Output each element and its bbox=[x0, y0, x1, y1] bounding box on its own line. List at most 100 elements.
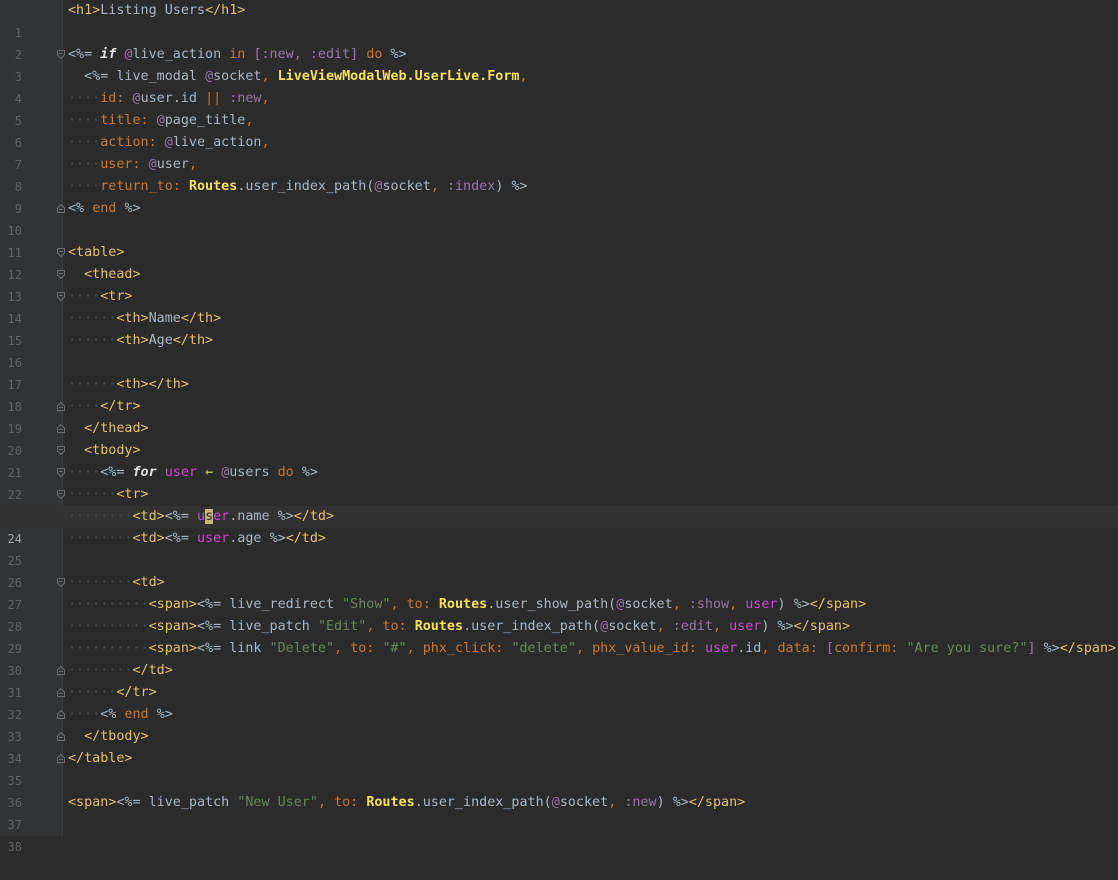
code-line[interactable]: 8 ····user: @user, bbox=[0, 154, 1118, 194]
keyword: do bbox=[366, 47, 383, 62]
code-line[interactable]: 36 bbox=[0, 770, 1118, 810]
code-line[interactable]: 16 ······<th>Age</th> bbox=[0, 330, 1118, 370]
function: link bbox=[229, 641, 262, 656]
keyword: in bbox=[229, 47, 246, 62]
code-line[interactable]: 29 ··········<span><%= live_patch "Edit"… bbox=[0, 616, 1118, 656]
keyword: end bbox=[92, 201, 117, 216]
tag: </tr> bbox=[116, 685, 157, 700]
tag: <span> bbox=[148, 619, 197, 634]
code-line[interactable]: 34 </tbody> bbox=[0, 726, 1118, 766]
comma: , bbox=[575, 641, 584, 656]
comma: , bbox=[261, 135, 270, 150]
code-line[interactable]: 25 ········<td><%= user.age %></td> bbox=[0, 528, 1118, 568]
code-line[interactable]: 35 </table> bbox=[0, 748, 1118, 788]
bracket: [ bbox=[825, 641, 834, 656]
code-line[interactable]: 19 ····</tr> bbox=[0, 396, 1118, 436]
tag: </tbody> bbox=[84, 729, 149, 744]
fold-close-icon[interactable] bbox=[57, 666, 65, 675]
module: Routes bbox=[438, 597, 488, 612]
code-line[interactable]: 13 <thead> bbox=[0, 264, 1118, 304]
tag: <td> bbox=[132, 509, 165, 524]
code-line[interactable]: 31 ········</td> bbox=[0, 660, 1118, 700]
code-line[interactable]: 27 ········<td> bbox=[0, 572, 1118, 612]
erb-open: <% bbox=[68, 201, 85, 216]
symbol: :new bbox=[624, 795, 657, 810]
symbol-list: [:new, :edit] bbox=[253, 47, 359, 62]
fold-close-icon[interactable] bbox=[57, 424, 65, 433]
code-line[interactable]: 5 ····id: @user.id || :new, bbox=[0, 88, 1118, 128]
code-line-current[interactable]: 24 ········<td><%= user.name %></td> bbox=[0, 506, 1118, 546]
code-line[interactable]: 15 ······<th>Name</th> bbox=[0, 308, 1118, 348]
code-line[interactable]: 17 bbox=[0, 352, 1118, 392]
fold-close-icon[interactable] bbox=[57, 754, 65, 763]
erb-close: %> bbox=[301, 465, 318, 480]
code-line[interactable]: 4 <%= live_modal @socket, LiveViewModalW… bbox=[0, 66, 1118, 106]
fold-open-icon[interactable] bbox=[57, 248, 65, 257]
field: .name bbox=[229, 509, 270, 524]
code-line[interactable]: 14 ····<tr> bbox=[0, 286, 1118, 326]
fold-open-icon[interactable] bbox=[57, 490, 65, 499]
code-line[interactable]: 18 ······<th></th> bbox=[0, 374, 1118, 414]
erb-open: <%= bbox=[197, 619, 222, 634]
paren: ) bbox=[656, 795, 665, 810]
code-line[interactable]: 33 ····<% end %> bbox=[0, 704, 1118, 744]
fold-close-icon[interactable] bbox=[57, 732, 65, 741]
tag: </span> bbox=[1059, 641, 1117, 656]
comma: , bbox=[519, 69, 528, 84]
fold-close-icon[interactable] bbox=[57, 402, 65, 411]
function: .user_show_path( bbox=[487, 597, 617, 612]
erb-close: %> bbox=[1043, 641, 1060, 656]
key: data: bbox=[777, 641, 818, 656]
fold-close-icon[interactable] bbox=[57, 710, 65, 719]
code-line[interactable]: 32 ······</tr> bbox=[0, 682, 1118, 722]
key: phx_value_id: bbox=[592, 641, 697, 656]
erb-open: <%= bbox=[197, 597, 222, 612]
code-line[interactable]: 6 ····title: @page_title, bbox=[0, 110, 1118, 150]
user-variable: user bbox=[197, 531, 230, 546]
code-editor[interactable]: 1 <h1>Listing Users</h1> 2 3 <%= if @liv… bbox=[0, 0, 1118, 854]
variable: page_title bbox=[164, 113, 246, 128]
fold-close-icon[interactable] bbox=[57, 204, 65, 213]
tag: </td> bbox=[132, 663, 173, 678]
fold-open-icon[interactable] bbox=[57, 270, 65, 279]
code-line[interactable]: 22 ····<%= for user ← @users do %> bbox=[0, 462, 1118, 502]
code-line[interactable]: 28 ··········<span><%= live_redirect "Sh… bbox=[0, 594, 1118, 634]
code-line[interactable]: 30 ··········<span><%= link "Delete", to… bbox=[0, 638, 1118, 678]
fold-open-icon[interactable] bbox=[57, 50, 65, 59]
text: Name bbox=[148, 311, 181, 326]
fold-open-icon[interactable] bbox=[57, 578, 65, 587]
erb-open: <%= bbox=[197, 641, 222, 656]
code-line[interactable]: 3 <%= if @live_action in [:new, :edit] d… bbox=[0, 44, 1118, 84]
code-line[interactable]: 9 ····return_to: Routes.user_index_path(… bbox=[0, 176, 1118, 216]
code-line[interactable]: 23 ······<tr> bbox=[0, 484, 1118, 524]
code-line[interactable]: 11 bbox=[0, 220, 1118, 260]
code-line[interactable]: 37 <span><%= live_patch "New User", to: … bbox=[0, 792, 1118, 832]
variable: socket bbox=[624, 597, 673, 612]
fold-open-icon[interactable] bbox=[57, 292, 65, 301]
fold-close-icon[interactable] bbox=[57, 688, 65, 697]
tag: <td> bbox=[132, 531, 165, 546]
erb-open: <%= bbox=[84, 69, 109, 84]
code-line[interactable]: 1 <h1>Listing Users</h1> bbox=[0, 0, 1118, 40]
code-line[interactable]: 2 bbox=[0, 22, 1118, 62]
fold-open-icon[interactable] bbox=[57, 446, 65, 455]
code-line[interactable]: 20 </thead> bbox=[0, 418, 1118, 458]
module: Routes bbox=[366, 795, 415, 810]
comma: , bbox=[317, 795, 326, 810]
code-line[interactable]: 12 <table> bbox=[0, 242, 1118, 282]
tag: <span> bbox=[148, 597, 197, 612]
tag: </thead> bbox=[84, 421, 149, 436]
code-line[interactable]: 10 <% end %> bbox=[0, 198, 1118, 238]
symbol: :show bbox=[688, 597, 730, 612]
paren: ) bbox=[777, 597, 786, 612]
code-line[interactable]: 38 bbox=[0, 814, 1118, 854]
fold-open-icon[interactable] bbox=[57, 468, 65, 477]
code-line[interactable]: 7 ····action: @live_action, bbox=[0, 132, 1118, 172]
function: live_modal bbox=[116, 69, 197, 84]
code-line[interactable]: 21 <tbody> bbox=[0, 440, 1118, 480]
user-variable: er bbox=[213, 509, 230, 524]
text-cursor: s bbox=[205, 509, 214, 524]
comma: , bbox=[261, 91, 270, 106]
tag: </td> bbox=[293, 509, 335, 524]
code-line[interactable]: 26 bbox=[0, 550, 1118, 590]
